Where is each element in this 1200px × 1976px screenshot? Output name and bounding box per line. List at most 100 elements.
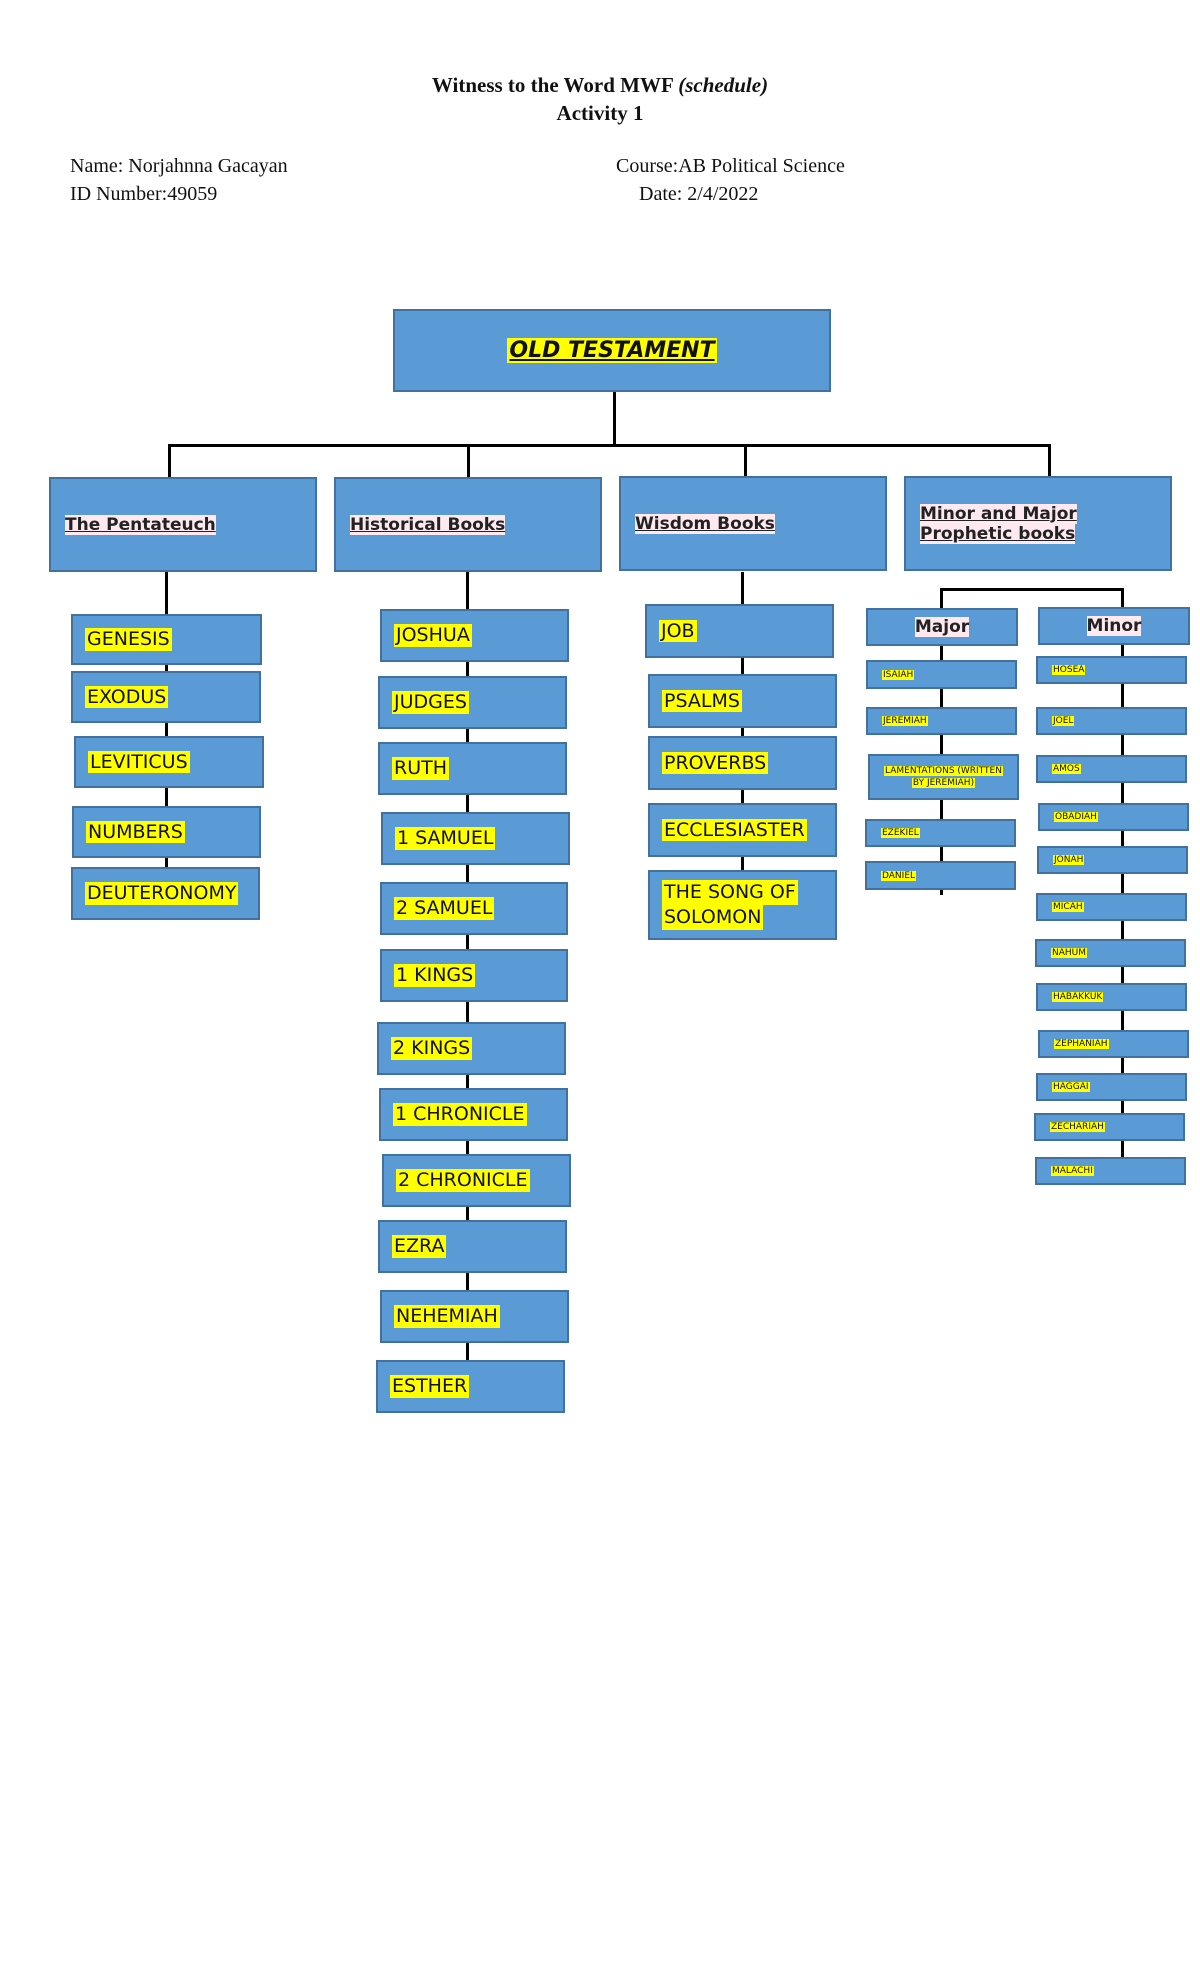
group-major: Major bbox=[866, 608, 1018, 646]
book-node: MICAH bbox=[1036, 893, 1187, 921]
book-label-line1: LAMENTATIONS (WRITTEN bbox=[884, 766, 1003, 776]
book-label: JUDGES bbox=[392, 691, 469, 714]
category-wisdom: Wisdom Books bbox=[619, 476, 887, 571]
document-subtitle: Activity 1 bbox=[556, 101, 644, 125]
book-node: ESTHER bbox=[376, 1360, 565, 1413]
book-node: NEHEMIAH bbox=[380, 1290, 569, 1343]
book-label: NEHEMIAH bbox=[394, 1305, 500, 1328]
book-label: EXODUS bbox=[85, 685, 169, 709]
document-title-main: Witness to the Word MWF bbox=[431, 73, 679, 97]
book-label-line2: SOLOMON bbox=[662, 905, 764, 930]
book-node: 2 KINGS bbox=[377, 1022, 566, 1075]
connector-line bbox=[1048, 444, 1051, 479]
connector-line bbox=[467, 444, 470, 479]
book-node: 1 KINGS bbox=[380, 949, 568, 1002]
book-label: LEVITICUS bbox=[88, 750, 190, 774]
category-label-line1: Minor and Major bbox=[920, 503, 1077, 524]
student-name: Name: Norjahnna Gacayan bbox=[70, 155, 288, 177]
book-label: 1 KINGS bbox=[394, 964, 476, 987]
book-label: JOB bbox=[659, 619, 697, 643]
book-node: HABAKKUK bbox=[1036, 983, 1187, 1011]
course: Course:AB Political Science bbox=[616, 155, 845, 177]
book-node: JONAH bbox=[1037, 846, 1188, 874]
group-label: Minor bbox=[1086, 616, 1142, 636]
connector-line bbox=[168, 444, 171, 479]
book-label: ESTHER bbox=[390, 1375, 470, 1398]
book-node: LEVITICUS bbox=[74, 736, 264, 788]
book-label: PROVERBS bbox=[662, 751, 769, 775]
book-node: 1 CHRONICLE bbox=[379, 1088, 568, 1141]
book-label: EZEKIEL bbox=[881, 828, 920, 838]
book-label: MICAH bbox=[1052, 902, 1084, 912]
book-node: DANIEL bbox=[865, 861, 1016, 890]
book-label: EZRA bbox=[392, 1235, 447, 1258]
book-label: HABAKKUK bbox=[1052, 992, 1104, 1002]
book-node: JOB bbox=[645, 604, 834, 658]
category-historical: Historical Books bbox=[334, 477, 602, 572]
book-node: HOSEA bbox=[1036, 656, 1187, 684]
book-node: ECCLESIASTER bbox=[648, 803, 837, 857]
document-title: Witness to the Word MWF (schedule) bbox=[0, 73, 1200, 98]
category-prophetic: Minor and Major Prophetic books bbox=[904, 476, 1172, 571]
book-label: ISAIAH bbox=[882, 669, 915, 680]
group-label: Major bbox=[914, 617, 970, 637]
book-node: HAGGAI bbox=[1036, 1073, 1187, 1101]
book-node: JEREMIAH bbox=[866, 707, 1017, 735]
book-node: EXODUS bbox=[71, 671, 261, 723]
category-label: Historical Books bbox=[350, 514, 506, 535]
root-label: OLD TESTAMENT bbox=[507, 338, 717, 363]
book-label-line1: THE SONG OF bbox=[662, 880, 798, 905]
book-node: PROVERBS bbox=[648, 736, 837, 790]
book-node: DEUTERONOMY bbox=[71, 867, 260, 920]
connector-line bbox=[940, 588, 1124, 591]
book-node: GENESIS bbox=[71, 614, 262, 665]
book-label: OBADIAH bbox=[1054, 812, 1098, 822]
book-node: EZEKIEL bbox=[865, 819, 1016, 847]
book-label: 1 SAMUEL bbox=[395, 827, 496, 850]
book-node: PSALMS bbox=[648, 674, 837, 728]
book-node: JUDGES bbox=[378, 676, 567, 729]
book-node: 2 SAMUEL bbox=[380, 882, 568, 935]
book-node: JOEL bbox=[1036, 707, 1187, 735]
book-label: 2 SAMUEL bbox=[394, 897, 495, 920]
category-pentateuch: The Pentateuch bbox=[49, 477, 317, 572]
book-label: HOSEA bbox=[1052, 665, 1086, 675]
book-label: AMOS bbox=[1052, 764, 1081, 774]
book-label: 1 CHRONICLE bbox=[393, 1103, 527, 1126]
category-label: Wisdom Books bbox=[635, 513, 775, 534]
book-node: LAMENTATIONS (WRITTEN BY JEREMIAH) bbox=[868, 754, 1019, 800]
book-node: THE SONG OF SOLOMON bbox=[648, 870, 837, 940]
book-node: EZRA bbox=[378, 1220, 567, 1273]
book-label: JONAH bbox=[1053, 855, 1085, 865]
book-label: JOSHUA bbox=[394, 624, 472, 647]
book-label: MALACHI bbox=[1051, 1166, 1094, 1176]
connector-line bbox=[613, 391, 616, 447]
book-label: DANIEL bbox=[881, 870, 917, 881]
document-title-italic: (schedule) bbox=[678, 73, 769, 97]
book-label: ZEPHANIAH bbox=[1054, 1039, 1109, 1049]
book-label: RUTH bbox=[392, 757, 450, 780]
book-label: HAGGAI bbox=[1052, 1082, 1090, 1092]
category-label: The Pentateuch bbox=[65, 514, 216, 535]
book-label: 2 CHRONICLE bbox=[396, 1169, 530, 1192]
book-label: JEREMIAH bbox=[882, 716, 928, 726]
book-node: AMOS bbox=[1036, 755, 1187, 783]
book-label: ZECHARIAH bbox=[1050, 1122, 1105, 1132]
book-label: NAHUM bbox=[1051, 948, 1088, 958]
book-label: ECCLESIASTER bbox=[662, 818, 807, 842]
book-node: NAHUM bbox=[1035, 939, 1186, 967]
date: Date: 2/4/2022 bbox=[639, 183, 759, 205]
book-node: 1 SAMUEL bbox=[381, 812, 570, 865]
book-node: RUTH bbox=[378, 742, 567, 795]
book-label: 2 KINGS bbox=[391, 1037, 473, 1060]
book-node: JOSHUA bbox=[380, 609, 569, 662]
book-node: 2 CHRONICLE bbox=[382, 1154, 571, 1207]
book-label: NUMBERS bbox=[86, 820, 185, 844]
book-node: NUMBERS bbox=[72, 806, 261, 858]
book-label: PSALMS bbox=[662, 689, 742, 713]
book-node: MALACHI bbox=[1035, 1157, 1186, 1185]
group-minor: Minor bbox=[1038, 607, 1190, 645]
connector-line bbox=[168, 444, 1050, 447]
book-node: ISAIAH bbox=[866, 660, 1017, 689]
root-node: OLD TESTAMENT bbox=[393, 309, 831, 392]
